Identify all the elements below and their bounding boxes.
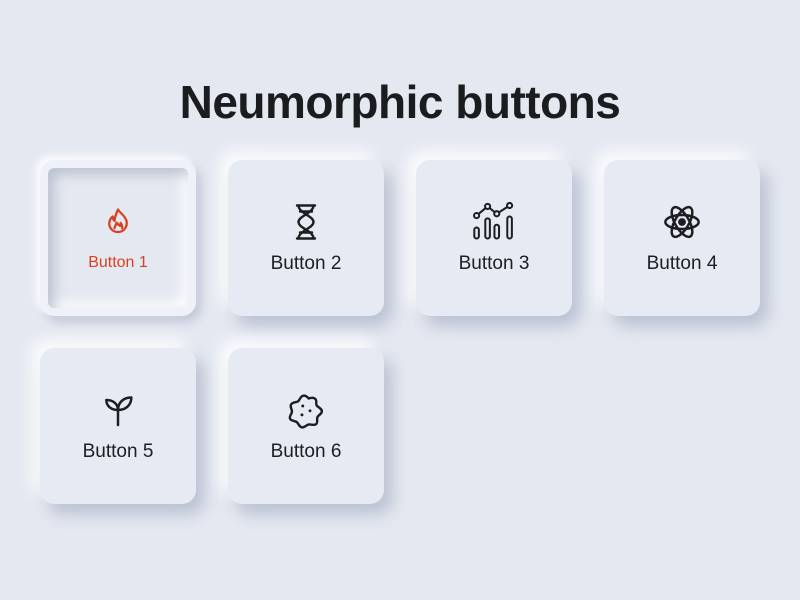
atom-icon	[660, 200, 704, 244]
button-1-label: Button 1	[88, 254, 148, 271]
button-4-label: Button 4	[646, 253, 718, 274]
button-4[interactable]: Button 4	[604, 160, 760, 316]
flame-icon	[96, 201, 140, 245]
cookie-icon	[284, 388, 328, 432]
button-6[interactable]: Button 6	[228, 348, 384, 504]
sprout-icon	[96, 388, 140, 432]
button-5-label: Button 5	[82, 441, 154, 462]
dna-icon	[284, 200, 328, 244]
button-2-label: Button 2	[270, 253, 342, 274]
chart-icon	[472, 200, 516, 244]
button-5[interactable]: Button 5	[40, 348, 196, 504]
button-3[interactable]: Button 3	[416, 160, 572, 316]
button-2[interactable]: Button 2	[228, 160, 384, 316]
button-3-label: Button 3	[458, 253, 530, 274]
page-title: Neumorphic buttons	[179, 76, 621, 128]
button-grid: Button 1 Button 2 Button 3 Button 4 Butt…	[40, 160, 760, 504]
button-1[interactable]: Button 1	[40, 160, 196, 316]
button-6-label: Button 6	[270, 441, 342, 462]
